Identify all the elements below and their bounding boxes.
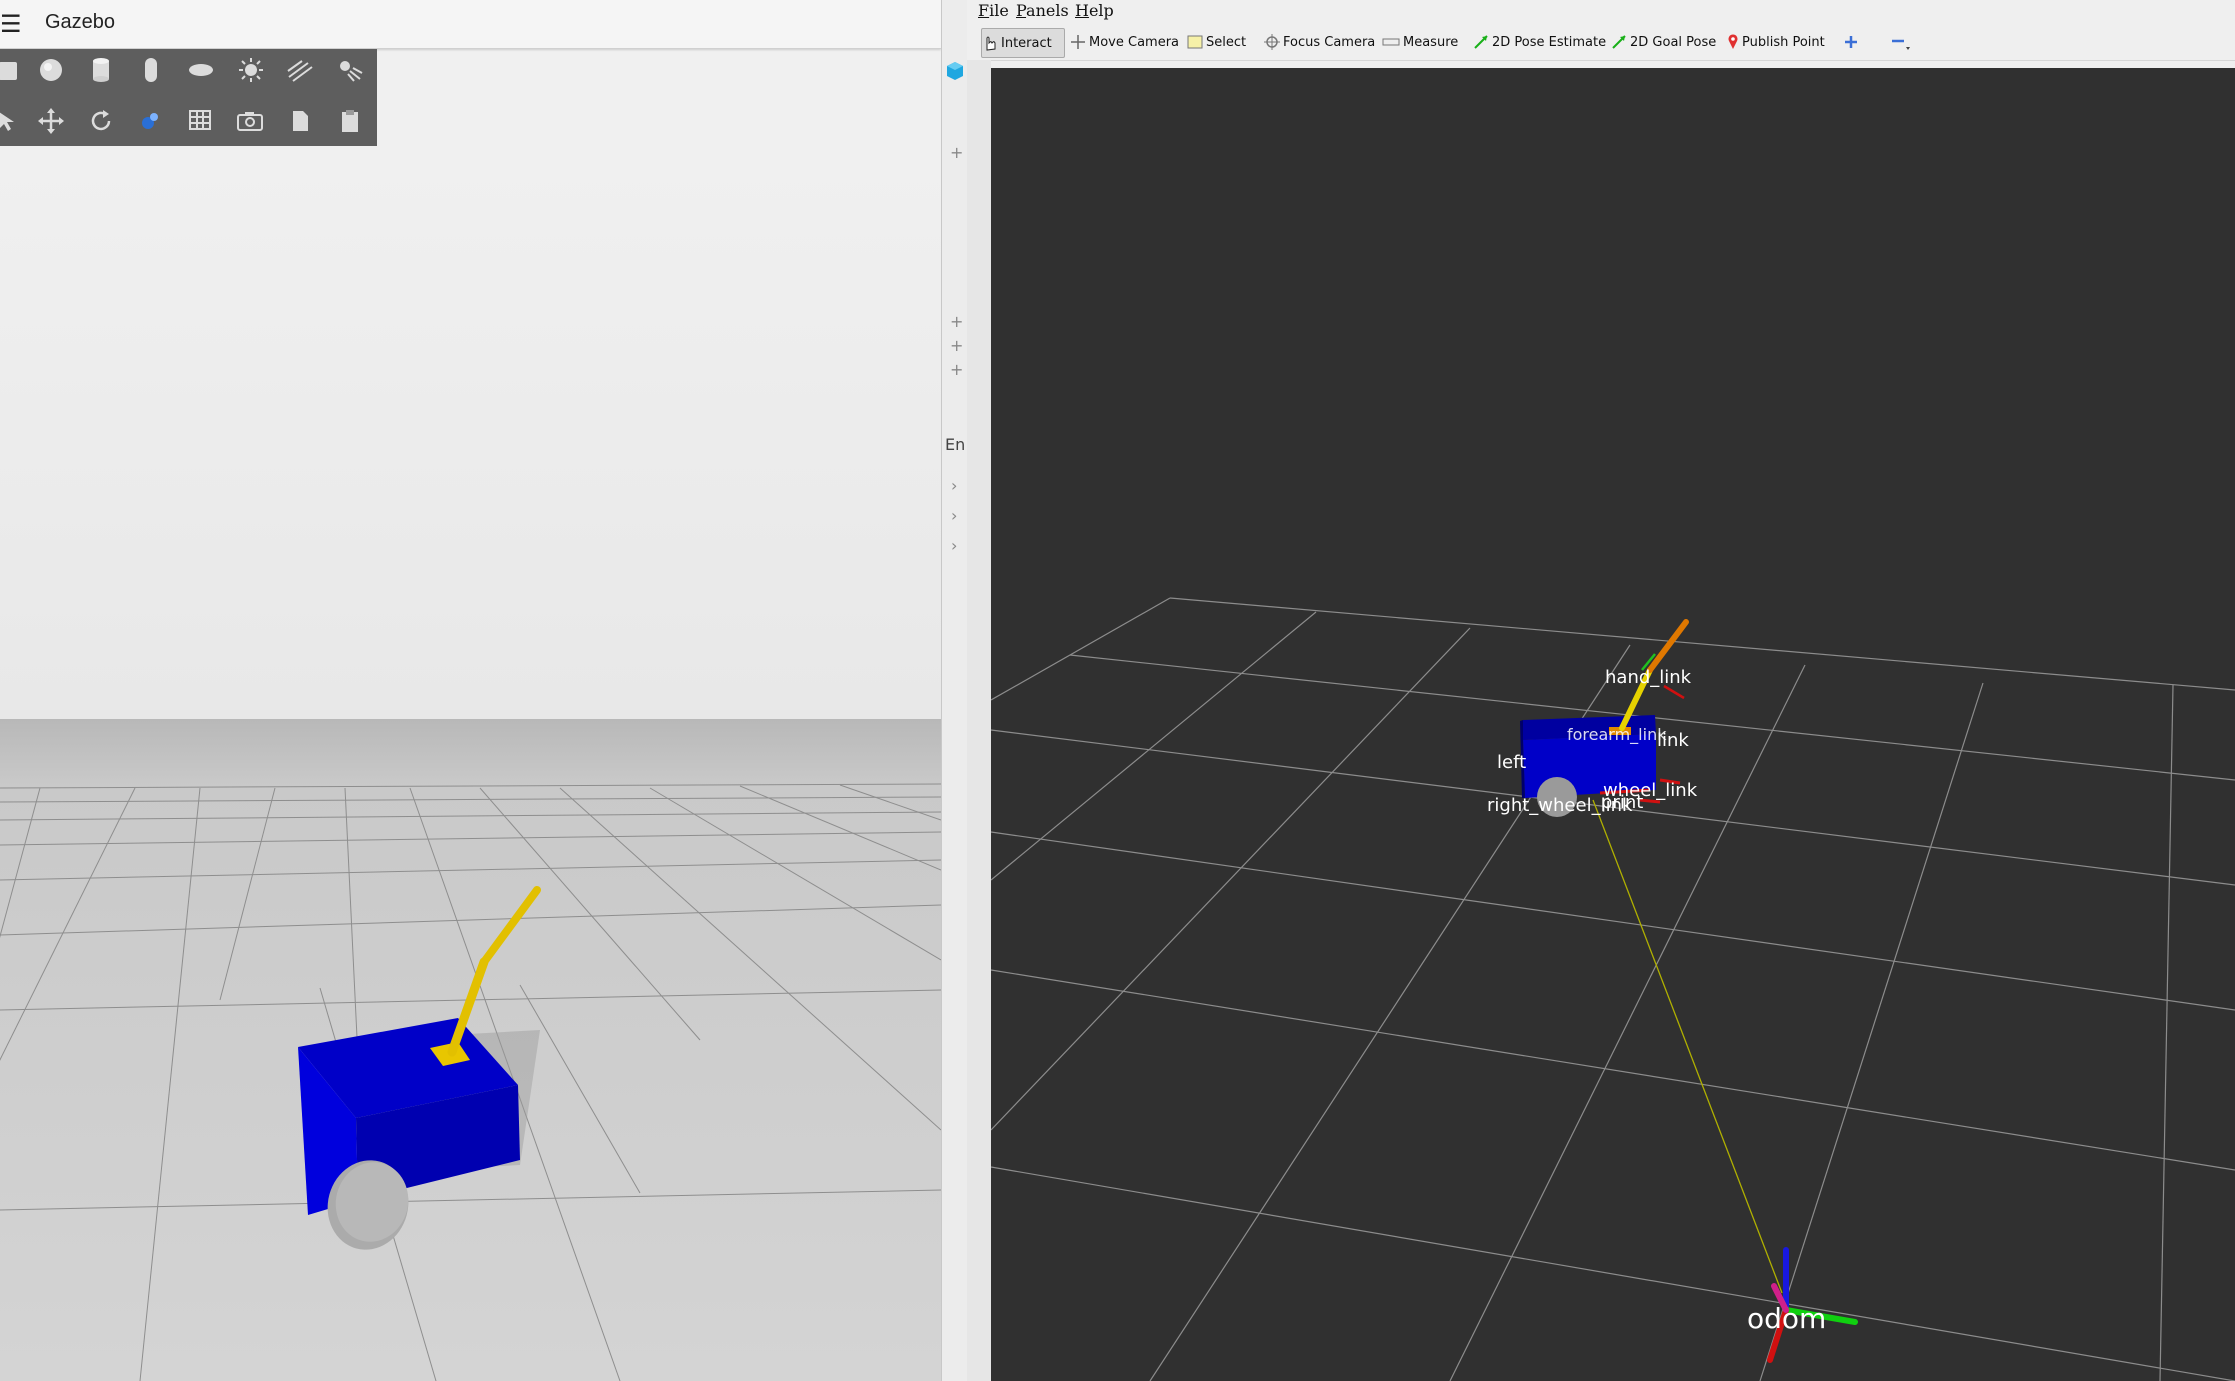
menu-panels[interactable]: Panels bbox=[1016, 1, 1069, 20]
rviz-window: File Panels Help Interact Move Camera Se… bbox=[967, 0, 2235, 1381]
tool-focus-camera[interactable]: Focus Camera bbox=[1264, 28, 1375, 56]
rviz-left-strip bbox=[967, 60, 991, 1381]
remove-tool-button[interactable] bbox=[1890, 28, 1912, 56]
tool-interact[interactable]: Interact bbox=[981, 28, 1065, 58]
rviz-menu-bar: File Panels Help bbox=[967, 0, 2235, 22]
chevron-right-icon[interactable]: › bbox=[951, 536, 957, 555]
expand-plus-icon[interactable]: + bbox=[950, 312, 963, 331]
tool-2d-goal-pose[interactable]: 2D Goal Pose bbox=[1611, 28, 1716, 56]
screenshot-icon[interactable] bbox=[233, 104, 267, 138]
select-arrow-icon[interactable] bbox=[0, 104, 24, 138]
chevron-right-icon[interactable]: › bbox=[951, 476, 957, 495]
box-shape-icon[interactable] bbox=[0, 53, 26, 87]
move-camera-icon bbox=[1071, 35, 1085, 49]
tool-select[interactable]: Select bbox=[1187, 28, 1246, 56]
focus-target-icon bbox=[1264, 34, 1280, 50]
menu-help[interactable]: Help bbox=[1075, 1, 1114, 20]
menu-file[interactable]: File bbox=[978, 1, 1009, 20]
gazebo-window: ☰ Gazebo bbox=[0, 0, 941, 1381]
plus-icon bbox=[1845, 36, 1857, 48]
gazebo-title: Gazebo bbox=[45, 11, 116, 33]
sky bbox=[0, 146, 941, 720]
hand-pointer-icon bbox=[986, 36, 996, 51]
frame-label-hand-link: hand_link bbox=[1605, 667, 1692, 688]
minus-icon bbox=[1892, 39, 1910, 50]
add-tool-button[interactable] bbox=[1843, 28, 1859, 56]
copy-icon[interactable] bbox=[283, 104, 317, 138]
grid-snap-icon[interactable] bbox=[184, 104, 218, 138]
side-panel-label: En bbox=[945, 435, 966, 454]
point-light-icon[interactable] bbox=[234, 53, 268, 87]
rviz-toolbar: Interact Move Camera Select Focus Camera… bbox=[967, 22, 2235, 61]
tool-move-camera[interactable]: Move Camera bbox=[1070, 28, 1179, 56]
tool-2d-pose-estimate[interactable]: 2D Pose Estimate bbox=[1473, 28, 1606, 56]
frame-label-left: left bbox=[1497, 752, 1527, 773]
cylinder-shape-icon[interactable] bbox=[84, 53, 118, 87]
paste-icon[interactable] bbox=[333, 104, 367, 138]
expand-plus-icon[interactable]: + bbox=[950, 360, 963, 379]
frame-label-odom: odom bbox=[1747, 1302, 1827, 1335]
tool-publish-point[interactable]: Publish Point bbox=[1727, 28, 1825, 56]
directional-light-icon[interactable] bbox=[283, 53, 317, 87]
chevron-right-icon[interactable]: › bbox=[951, 506, 957, 525]
translate-icon[interactable] bbox=[34, 104, 68, 138]
tool-measure[interactable]: Measure bbox=[1382, 28, 1458, 56]
sphere-shape-icon[interactable] bbox=[34, 53, 68, 87]
expand-plus-icon[interactable]: + bbox=[950, 143, 963, 162]
select-box-icon bbox=[1187, 35, 1203, 49]
green-arrow-icon bbox=[1474, 35, 1488, 49]
gazebo-3d-scene[interactable] bbox=[0, 146, 941, 1381]
spot-light-icon[interactable] bbox=[333, 53, 367, 87]
map-pin-icon bbox=[1728, 34, 1738, 49]
gazebo-side-panel[interactable]: + + + + En › › › bbox=[941, 0, 969, 1381]
green-arrow-icon bbox=[1612, 35, 1626, 49]
rotate-icon[interactable] bbox=[84, 104, 118, 138]
gazebo-title-bar: ☰ Gazebo bbox=[0, 0, 941, 49]
scale-icon[interactable] bbox=[134, 104, 168, 138]
frame-label-forearm-link: forearm_link bbox=[1567, 725, 1667, 744]
model-cube-icon bbox=[947, 62, 963, 80]
expand-plus-icon[interactable]: + bbox=[950, 336, 963, 355]
capsule-shape-icon[interactable] bbox=[134, 53, 168, 87]
frame-label-link: link bbox=[1657, 730, 1689, 751]
hamburger-menu-icon[interactable]: ☰ bbox=[0, 10, 22, 38]
ruler-icon bbox=[1382, 38, 1400, 46]
frame-label-base-footprint: print bbox=[1601, 792, 1644, 813]
gazebo-toolbar bbox=[0, 49, 377, 146]
ellipsoid-shape-icon[interactable] bbox=[184, 53, 218, 87]
